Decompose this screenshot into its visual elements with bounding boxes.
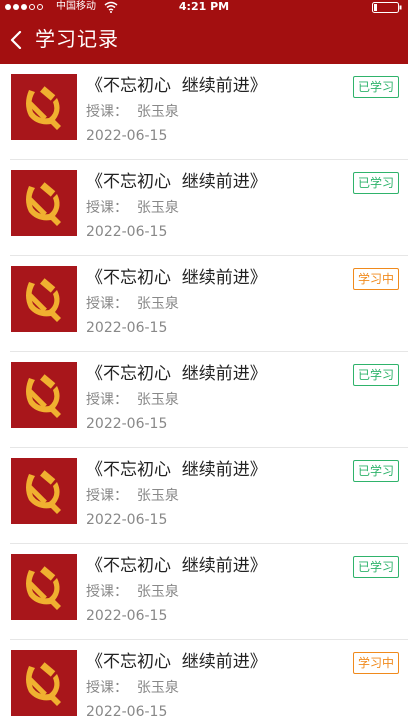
record-date: 2022-06-15 [86,704,168,720]
record-list-item[interactable]: 《不忘初心 继续前进》 授课： 张玉泉 2022-06-15 已学习 [0,544,408,640]
status-bar: 中国移动 4:21 PM [0,0,408,14]
status-badge: 已学习 [352,76,399,98]
record-list-item[interactable]: 《不忘初心 继续前进》 授课： 张玉泉 2022-06-15 已学习 [0,352,408,448]
status-badge: 已学习 [352,460,399,482]
record-list-item[interactable]: 《不忘初心 继续前进》 授课： 张玉泉 2022-06-15 学习中 [0,256,408,352]
party-emblem-icon [11,554,77,620]
record-list-item[interactable]: 《不忘初心 继续前进》 授课： 张玉泉 2022-06-15 学习中 [0,640,408,724]
course-title: 《不忘初心 继续前进》 [86,268,267,288]
teacher-label: 授课： 张玉泉 [86,296,179,312]
record-list-item[interactable]: 《不忘初心 继续前进》 授课： 张玉泉 2022-06-15 已学习 [0,448,408,544]
status-badge: 学习中 [352,652,399,674]
teacher-label: 授课： 张玉泉 [86,104,179,120]
course-title: 《不忘初心 继续前进》 [86,652,267,672]
record-date: 2022-06-15 [86,320,168,336]
back-arrow-icon[interactable] [9,31,23,49]
learning-record-list: 《不忘初心 继续前进》 授课： 张玉泉 2022-06-15 已学习 《不忘初心… [0,64,408,724]
app-header: 中国移动 4:21 PM 学习记录 [0,0,408,64]
record-list-item[interactable]: 《不忘初心 继续前进》 授课： 张玉泉 2022-06-15 已学习 [0,64,408,160]
record-date: 2022-06-15 [86,512,168,528]
record-date: 2022-06-15 [86,608,168,624]
course-title: 《不忘初心 继续前进》 [86,364,267,384]
status-badge: 已学习 [352,172,399,194]
course-title: 《不忘初心 继续前进》 [86,460,267,480]
teacher-label: 授课： 张玉泉 [86,680,179,696]
party-emblem-icon [11,458,77,524]
record-date: 2022-06-15 [86,128,168,144]
status-time: 4:21 PM [178,0,230,13]
course-title: 《不忘初心 继续前进》 [86,76,267,96]
record-date: 2022-06-15 [86,416,168,432]
navigation-bar: 学习记录 [0,14,408,64]
party-emblem-icon [11,650,77,716]
party-emblem-icon [11,362,77,428]
status-badge: 学习中 [352,268,399,290]
status-badge: 已学习 [352,364,399,386]
teacher-label: 授课： 张玉泉 [86,200,179,216]
party-emblem-icon [11,170,77,236]
battery-icon [372,2,402,13]
party-emblem-icon [11,266,77,332]
teacher-label: 授课： 张玉泉 [86,488,179,504]
course-title: 《不忘初心 继续前进》 [86,172,267,192]
course-title: 《不忘初心 继续前进》 [86,556,267,576]
record-list-item[interactable]: 《不忘初心 继续前进》 授课： 张玉泉 2022-06-15 已学习 [0,160,408,256]
page-title: 学习记录 [35,27,119,51]
teacher-label: 授课： 张玉泉 [86,584,179,600]
party-emblem-icon [11,74,77,140]
teacher-label: 授课： 张玉泉 [86,392,179,408]
status-badge: 已学习 [352,556,399,578]
record-date: 2022-06-15 [86,224,168,240]
